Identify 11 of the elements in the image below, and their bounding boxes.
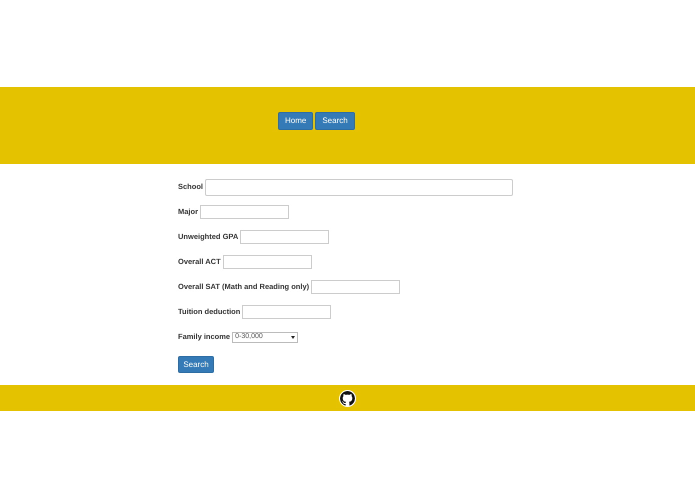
input-field[interactable] [222,255,312,269]
school-field[interactable] [205,178,514,196]
input-field[interactable] [240,230,330,244]
github-icon [339,390,356,406]
nav-button[interactable]: Search [315,112,355,130]
caret-icon [291,336,296,338]
nav-button[interactable]: Home [278,112,314,130]
input-field[interactable] [311,280,400,294]
input-field[interactable] [242,305,332,319]
input-field[interactable] [200,205,290,219]
search-button[interactable]: Search [178,356,214,373]
